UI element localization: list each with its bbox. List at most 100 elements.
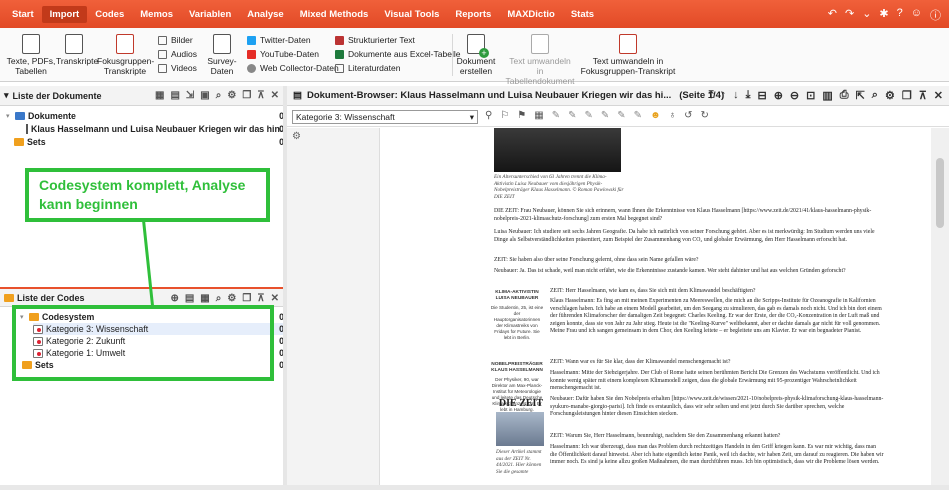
undock-icon[interactable]: ❐ [902,89,912,102]
import-audios-button[interactable]: Audios [158,49,197,59]
gear-icon[interactable]: ⚙ [227,90,236,101]
import-youtube-button[interactable]: YouTube-Daten [247,49,319,59]
import-transkripte-button[interactable]: Transkripte [56,34,98,66]
dokument-erstellen-button[interactable]: Dokument erstellen [456,34,496,76]
gear-icon[interactable]: ⚙ [227,293,236,304]
close-icon[interactable]: ✕ [934,89,943,102]
menu-import[interactable]: Import [41,5,88,23]
highlighter-icon[interactable]: ✎ [552,110,560,121]
import-videos-button[interactable]: Videos [158,63,197,73]
import-survey-button[interactable]: Survey- Daten [205,34,239,76]
grid-icon[interactable]: ▦ [534,110,543,121]
redo-icon[interactable]: ↷ [845,7,854,23]
collapse-icon[interactable]: ▾ [4,90,9,101]
menu-reports[interactable]: Reports [447,6,499,23]
highlighter-icon[interactable]: ✎ [601,110,609,121]
lightbulb-icon[interactable]: ♁ [669,110,677,121]
documents-panel-title: Liste der Dokumente [12,90,102,101]
import-twitter-button[interactable]: Twitter-Daten [247,35,311,45]
import-literatur-button[interactable]: Literaturdaten [335,63,400,73]
info-icon[interactable]: ⓘ [930,7,941,23]
code-icon[interactable]: ⚲ [485,110,492,121]
menu-maxdictio[interactable]: MAXDictio [499,6,563,23]
collapse-ribbon-icon[interactable]: ⌄ [862,7,871,23]
highlighter-icon[interactable]: ✎ [585,110,593,121]
search-icon[interactable]: ⌕ [216,293,222,304]
annotation-highlight-box [12,305,274,381]
help-icon[interactable]: ? [897,7,903,23]
cover-caption: Dieser Artikel stammt aus der ZEIT Nr. 4… [496,449,542,475]
expand-icon[interactable]: ▾ [6,112,15,120]
menu-analyse[interactable]: Analyse [239,6,291,23]
search-icon[interactable]: ⌕ [872,89,878,102]
search-icon[interactable]: ⌕ [216,90,222,101]
import-texte-button[interactable]: Texte, PDFs, Tabellen [6,34,56,76]
tree-document-item[interactable]: Klaus Hasselmann und Luisa Neubauer Krie… [26,123,287,135]
coding-stripe-gutter[interactable]: ⚙ [287,128,380,485]
tree-document-sets[interactable]: Sets 0 [14,136,284,148]
zoom-in-icon[interactable]: ⊕ [774,89,783,102]
settings-icon[interactable]: ✱ [879,7,888,23]
text-to-table-button[interactable]: Text umwandeln in Tabellendokument [505,34,575,86]
pdf-page[interactable]: Ein Altersunterschied von 63 Jahren tren… [380,128,931,485]
menu-variablen[interactable]: Variablen [181,6,239,23]
menu-start[interactable]: Start [4,6,42,23]
redo-coding-icon[interactable]: ↻ [700,110,708,121]
menu-visual-tools[interactable]: Visual Tools [376,6,447,23]
code-remove-icon[interactable]: ⚑ [517,110,526,121]
minimize-icon[interactable]: ⊼ [257,90,264,101]
close-icon[interactable]: ✕ [271,90,279,101]
undo-icon[interactable]: ↶ [828,7,837,23]
open-icon[interactable]: ⇱ [856,89,865,102]
deactivate-icon[interactable]: ▤ [170,90,179,101]
new-code-icon[interactable]: ⊕ [170,293,178,304]
code-filter-icon[interactable]: ▤ [185,293,194,304]
menu-codes[interactable]: Codes [87,6,132,23]
activate-icon[interactable]: ▦ [155,90,164,101]
new-set-icon[interactable]: ▣ [200,90,209,101]
prev-page-icon[interactable]: ↑ [721,89,727,102]
code-new-icon[interactable]: ⚐ [500,110,509,121]
import-strukturierter-text-button[interactable]: Strukturierter Text [335,35,415,45]
import-doc-icon[interactable]: ⇲ [186,90,194,101]
export-icon[interactable]: ⊟ [757,89,766,102]
undock-icon[interactable]: ❐ [242,90,251,101]
text-to-focus-group-button[interactable]: Text umwandeln in Fokusgruppen-Transkrip… [580,34,676,76]
import-excel-button[interactable]: Dokumente aus Excel-Tabelle [335,49,460,59]
first-page-icon[interactable]: ⤒ [709,89,714,102]
undock-icon[interactable]: ❐ [242,293,251,304]
last-page-icon[interactable]: ⤓ [746,89,751,102]
fit-icon[interactable]: ⊡ [806,89,815,102]
code-overview-icon[interactable]: ▦ [200,293,209,304]
menu-stats[interactable]: Stats [563,6,602,23]
menu-memos[interactable]: Memos [132,6,181,23]
layout-icon[interactable]: ▥ [822,89,832,102]
highlighter-icon[interactable]: ✎ [634,110,642,121]
minimize-icon[interactable]: ⊼ [919,89,927,102]
emoji-code-icon[interactable]: ☻ [650,110,661,121]
gear-icon[interactable]: ⚙ [885,89,895,102]
highlighter-icon[interactable]: ✎ [617,110,625,121]
vertical-scrollbar[interactable] [931,128,949,485]
import-bilder-button[interactable]: Bilder [158,35,193,45]
document-browser-title: Dokument-Browser: Klaus Hasselmann und L… [306,90,672,101]
document-browser-icon: ▤ [293,90,302,101]
scrollbar-thumb[interactable] [936,158,944,228]
import-webcollector-button[interactable]: Web Collector-Daten [247,63,339,73]
tree-documents-root[interactable]: ▾ Dokumente 0 [6,110,284,122]
menu-mixed-methods[interactable]: Mixed Methods [292,6,377,23]
highlighter-icon[interactable]: ✎ [568,110,576,121]
close-icon[interactable]: ✕ [271,293,279,304]
import-fokusgruppen-button[interactable]: Fokusgruppen- Transkripte [97,34,154,76]
paragraph: ZEIT: Herr Hasselmann, wie kam es, dass … [550,288,756,294]
paragraph: ZEIT: Wann war es für Sie klar, dass der… [550,359,731,365]
smiley-icon[interactable]: ☺ [911,7,922,23]
ribbon-separator [452,34,453,76]
print-icon[interactable]: ⎙ [840,89,849,102]
zoom-out-icon[interactable]: ⊖ [790,89,799,102]
code-select-dropdown[interactable]: Kategorie 3: Wissenschaft [292,110,478,124]
minimize-icon[interactable]: ⊼ [257,293,264,304]
next-page-icon[interactable]: ↓ [733,89,739,102]
gear-icon[interactable]: ⚙ [292,131,301,142]
undo-coding-icon[interactable]: ↺ [684,110,692,121]
